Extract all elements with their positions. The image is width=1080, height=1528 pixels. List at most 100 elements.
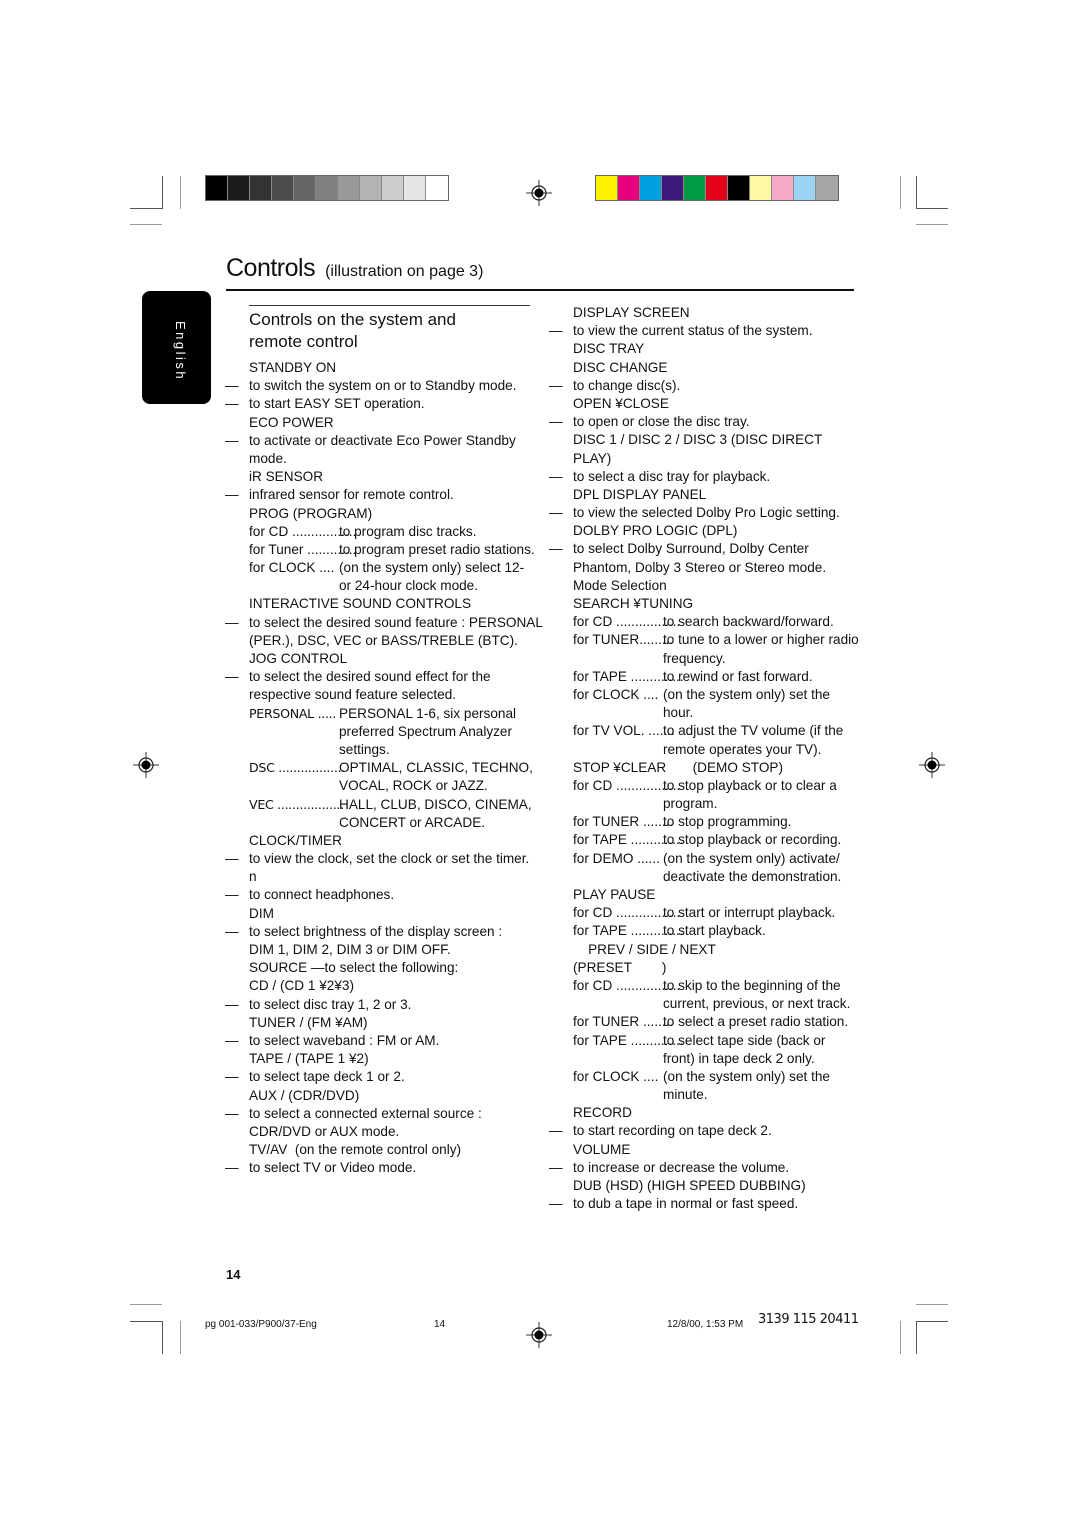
control-line: VOCAL, ROCK or JAZZ. [249, 777, 549, 795]
control-line: for TUNER ........ to stop programming. [573, 813, 893, 831]
item-description: to tune to a lower or higher radio [663, 632, 859, 648]
control-heading: DISC 1 / DISC 2 / DISC 3 (DISC DIRECT [573, 431, 893, 449]
control-heading: AUX / (CDR/DVD) [249, 1087, 549, 1105]
color-swatch [816, 176, 838, 200]
page-title: Controls (illustration on page 3) [226, 254, 483, 283]
control-line: for CLOCK .... (on the system only) set t… [573, 1068, 893, 1086]
registration-mark-icon [526, 180, 552, 206]
control-line: for TUNER......... to tune to a lower or … [573, 631, 893, 649]
control-line: Phantom, Dolby 3 Stereo or Stereo mode. [573, 559, 893, 577]
line-text: deactivate the demonstration. [663, 868, 842, 884]
registration-mark-icon [919, 752, 945, 778]
control-line: for TUNER ........ to select a preset rad… [573, 1013, 893, 1031]
item-description: (on the system only) set the [663, 1068, 830, 1084]
control-line: (PER.), DSC, VEC or BASS/TREBLE (BTC). [249, 632, 549, 650]
line-text: CD / (CD 1 ¥2¥3) [249, 978, 355, 994]
color-swatch [728, 176, 750, 200]
control-line: for CD ................. to start or inte… [573, 904, 893, 922]
item-description: to search backward/forward. [663, 614, 834, 630]
control-line: DIM 1, DIM 2, DIM 3 or DIM OFF. [249, 941, 549, 959]
line-text: STOP ¥CLEAR (DEMO STOP) [573, 759, 783, 775]
item-description: (on the system only) activate/ [663, 850, 840, 866]
color-swatch [772, 176, 794, 200]
control-line: VEC .................. HALL, CLUB, DISCO,… [249, 796, 549, 814]
color-swatch [404, 176, 426, 200]
control-line: for TAPE .............. to start playback… [573, 922, 893, 940]
color-swatch [426, 176, 448, 200]
control-heading: DOLBY PRO LOGIC (DPL) [573, 522, 893, 540]
control-heading: PLAY PAUSE [573, 886, 893, 904]
line-text: CONCERT or ARCADE. [339, 814, 486, 830]
header-rule [226, 289, 854, 291]
control-heading: STANDBY ON [249, 359, 549, 377]
line-text: to view the current status of the system… [573, 323, 813, 339]
color-swatch [640, 176, 662, 200]
control-line: for TAPE .............. to select tape si… [573, 1032, 893, 1050]
item-label: for DEMO ...... [573, 850, 660, 866]
control-line: hour. [573, 704, 893, 722]
line-text: DISC CHANGE [573, 359, 668, 375]
control-line: to connect headphones. [225, 886, 549, 904]
crop-mark [900, 176, 901, 209]
control-heading: SEARCH ¥TUNING [573, 595, 893, 613]
line-text: to select brightness of the display scre… [249, 923, 503, 939]
control-line: to change disc(s). [549, 377, 893, 395]
line-text: VOCAL, ROCK or JAZZ. [339, 778, 488, 794]
control-line: for TAPE .............. to rewind or fast… [573, 668, 893, 686]
control-line: program. [573, 795, 893, 813]
line-text: AUX / (CDR/DVD) [249, 1087, 360, 1103]
item-description: to adjust the TV volume (if the [663, 723, 844, 739]
control-heading: STOP ¥CLEAR (DEMO STOP) [573, 759, 893, 777]
line-text: STANDBY ON [249, 360, 337, 375]
line-text: TUNER / (FM ¥AM) [249, 1014, 368, 1030]
control-line: minute. [573, 1086, 893, 1104]
page-number: 14 [226, 1267, 241, 1282]
control-line: for CD ................. to search backwa… [573, 613, 893, 631]
control-heading: DPL DISPLAY PANEL [573, 486, 893, 504]
item-label: for TUNER......... [573, 632, 674, 648]
control-line: to select the desired sound effect for t… [225, 668, 549, 686]
line-text: to dub a tape in normal or fast speed. [573, 1196, 799, 1212]
line-text: minute. [663, 1087, 708, 1103]
line-text: to switch the system on or to Standby mo… [249, 378, 517, 394]
control-heading: TV/AV (on the remote control only) [249, 1141, 549, 1159]
color-swatch [706, 176, 728, 200]
line-text: to start recording on tape deck 2. [573, 1123, 772, 1139]
grayscale-bar [205, 175, 449, 201]
line-text: SOURCE —to select the following: [249, 960, 459, 976]
line-text: to view the clock, set the clock or set … [249, 851, 530, 867]
section-rule [249, 305, 530, 306]
footer-page: 14 [434, 1319, 446, 1330]
control-line: to open or close the disc tray. [549, 413, 893, 431]
section-title-line: remote control [249, 332, 358, 351]
control-heading: PROG (PROGRAM) [249, 505, 549, 523]
crop-mark [180, 176, 181, 209]
control-line: to select the desired sound feature : PE… [225, 614, 549, 632]
crop-mark [916, 1321, 917, 1354]
item-description: PERSONAL 1-6, six personal [339, 705, 517, 721]
item-description: OPTIMAL, CLASSIC, TECHNO, [339, 760, 533, 776]
item-description: to start or interrupt playback. [663, 905, 836, 921]
line-text: ECO POWER [249, 414, 334, 430]
footer-code: 3139 115 20411 [758, 1312, 859, 1327]
control-line: to dub a tape in normal or fast speed. [549, 1195, 893, 1213]
color-swatch [250, 176, 272, 200]
line-text: TV/AV (on the remote control only) [249, 1142, 462, 1158]
color-swatch [382, 176, 404, 200]
left-column: STANDBY ON to switch the system on or to … [225, 359, 549, 1178]
line-text: DISC TRAY [573, 341, 645, 357]
line-text: VOLUME [573, 1141, 631, 1157]
color-swatch [794, 176, 816, 200]
line-text: RECORD [573, 1105, 632, 1121]
color-swatch [596, 176, 618, 200]
crop-mark [162, 1321, 163, 1354]
crop-mark [130, 224, 162, 225]
control-heading: JOG CONTROL [249, 650, 549, 668]
item-label: for CLOCK .... [573, 686, 659, 702]
crop-mark [916, 224, 948, 225]
item-label: VEC .................. [249, 796, 344, 812]
line-text: TAPE / (TAPE 1 ¥2) [249, 1051, 369, 1067]
item-label: PERSONAL ..... [249, 705, 337, 721]
control-line: for TAPE .............. to stop playback … [573, 831, 893, 849]
line-text: PLAY) [573, 450, 612, 466]
